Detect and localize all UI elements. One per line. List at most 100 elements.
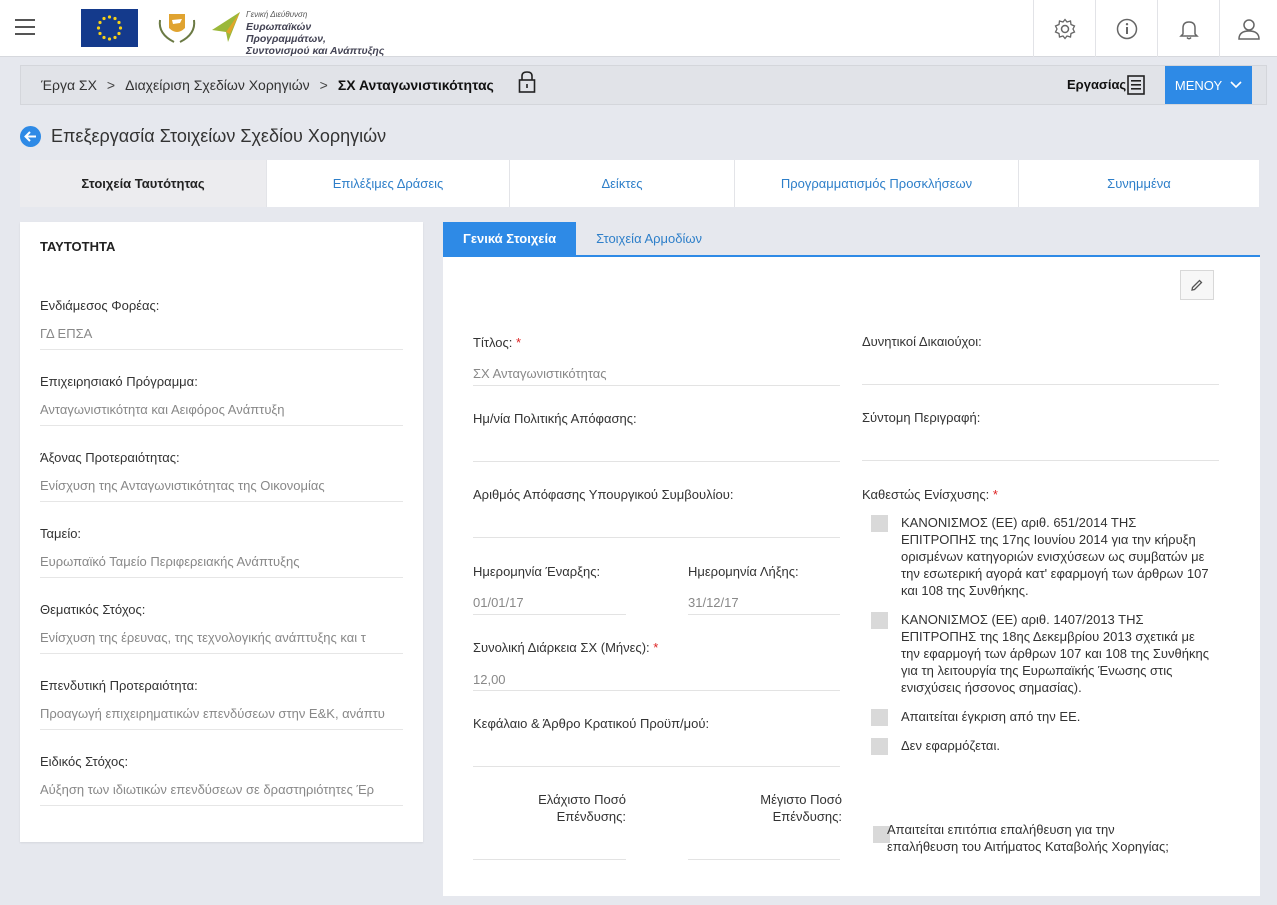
task-list-icon[interactable] bbox=[1127, 75, 1145, 98]
field-value: Προαγωγή επιχειρηματικών επενδύσεων στην… bbox=[40, 706, 403, 730]
logo-text-main: Ευρωπαϊκών Προγραμμάτων, Συντονισμού και… bbox=[246, 21, 385, 57]
field-priority-axis: Άξονας Προτεραιότητας: Ενίσχυση της Αντα… bbox=[40, 450, 403, 502]
duration-label: Συνολική Διάρκεια ΣΧ (Μήνες): bbox=[473, 640, 650, 655]
menu-button-label: ΜΕΝΟΥ bbox=[1174, 77, 1223, 93]
field-value: ΓΔ ΕΠΣΑ bbox=[40, 326, 403, 350]
eu-flag-logo bbox=[81, 9, 138, 47]
field-specific-objective: Ειδικός Στόχος: Αύξηση των ιδιωτικών επε… bbox=[40, 754, 403, 806]
tab-eligible-actions[interactable]: Επιλέξιμες Δράσεις bbox=[267, 160, 510, 207]
field-value: Αύξηση των ιδιωτικών επενδύσεων σε δραστ… bbox=[40, 782, 403, 806]
breadcrumb-bar: Έργα ΣΧ > Διαχείριση Σχεδίων Χορηγιών > ΣΧ Α… bbox=[20, 65, 1267, 105]
end-date-value: 31/12/17 bbox=[688, 595, 739, 610]
page-title-row: Επεξεργασία Στοιχείων Σχεδίου Χορηγιών bbox=[20, 126, 386, 147]
menu-button[interactable]: ΜΕΝΟΥ bbox=[1165, 66, 1252, 104]
breadcrumb-current: ΣΧ Ανταγωνιστικότητας bbox=[337, 77, 494, 93]
field-underline bbox=[473, 766, 840, 767]
beneficiaries-field[interactable]: Δυνητικοί Δικαιούχοι: bbox=[862, 334, 1219, 386]
subtab-responsible[interactable]: Στοιχεία Αρμοδίων bbox=[576, 222, 722, 255]
duration-value: 12,00 bbox=[473, 672, 506, 687]
field-label: Θεματικός Στόχος: bbox=[40, 602, 146, 617]
min-investment-label: Ελάχιστο Ποσό Επένδυσης: bbox=[538, 792, 626, 824]
field-underline bbox=[688, 859, 840, 860]
aid-option-label: Δεν εφαρμόζεται. bbox=[901, 738, 1000, 753]
hamburger-menu-icon[interactable] bbox=[15, 19, 35, 35]
end-date-field[interactable]: Ημερομηνία Λήξης: 31/12/17 bbox=[688, 564, 840, 616]
aid-option-checkbox[interactable] bbox=[871, 612, 888, 629]
top-bar: Γενική Διεύθυνση Ευρωπαϊκών Προγραμμάτων… bbox=[0, 0, 1277, 57]
subtab-underline bbox=[443, 255, 1260, 257]
field-underline bbox=[473, 385, 840, 386]
aid-option-label: Απαιτείται έγκριση από την ΕΕ. bbox=[901, 709, 1081, 724]
sub-tabs: Γενικά Στοιχεία Στοιχεία Αρμοδίων bbox=[443, 222, 722, 256]
breadcrumb-separator: > bbox=[106, 77, 116, 93]
tab-identity[interactable]: Στοιχεία Ταυτότητας bbox=[20, 160, 267, 207]
max-investment-label: Μέγιστο Ποσό Επένδυσης: bbox=[760, 792, 842, 824]
tab-indicators[interactable]: Δείκτες bbox=[510, 160, 735, 207]
aid-option-checkbox[interactable] bbox=[871, 738, 888, 755]
work-label[interactable]: Εργασίας bbox=[1067, 77, 1126, 92]
onsite-check-label: Απαιτείται επιτόπια επαλήθευση για την ε… bbox=[887, 822, 1169, 854]
breadcrumb: Έργα ΣΧ > Διαχείριση Σχεδίων Χορηγιών > ΣΧ Α… bbox=[41, 77, 494, 93]
tab-attachments[interactable]: Συνημμένα bbox=[1019, 160, 1259, 207]
budget-article-field[interactable]: Κεφάλαιο & Άρθρο Κρατικού Προϋπ/μού: bbox=[473, 716, 840, 768]
title-field[interactable]: Τίτλος: * ΣΧ Ανταγωνιστικότητας bbox=[473, 335, 840, 387]
identity-panel: ΤΑΥΤΟΤΗΤΑ Ενδιάμεσος Φορέας: ΓΔ ΕΠΣΑ Επι… bbox=[20, 222, 423, 842]
beneficiaries-label: Δυνητικοί Δικαιούχοι: bbox=[862, 334, 982, 349]
bell-notifications-icon[interactable] bbox=[1157, 0, 1219, 57]
settings-gear-icon[interactable] bbox=[1033, 0, 1095, 57]
field-label: Επενδυτική Προτεραιότητα: bbox=[40, 678, 198, 693]
field-underline bbox=[862, 384, 1219, 385]
cabinet-decision-field[interactable]: Αριθμός Απόφασης Υπουργικού Συμβουλίου: bbox=[473, 487, 840, 539]
field-intermediate-body: Ενδιάμεσος Φορέας: ΓΔ ΕΠΣΑ bbox=[40, 298, 403, 350]
field-investment-priority: Επενδυτική Προτεραιότητα: Προαγωγή επιχε… bbox=[40, 678, 403, 730]
aid-option-label: ΚΑΝΟΝΙΣΜΟΣ (ΕΕ) αριθ. 1407/2013 ΤΗΣ ΕΠΙΤ… bbox=[901, 612, 1209, 695]
directorate-logo: Γενική Διεύθυνση Ευρωπαϊκών Προγραμμάτων… bbox=[210, 8, 384, 57]
breadcrumb-item-grant-plans[interactable]: Διαχείριση Σχεδίων Χορηγιών bbox=[125, 77, 310, 93]
field-underline bbox=[473, 690, 840, 691]
field-label: Ταμείο: bbox=[40, 526, 82, 541]
title-value: ΣΧ Ανταγωνιστικότητας bbox=[473, 366, 607, 381]
subtab-general[interactable]: Γενικά Στοιχεία bbox=[443, 222, 577, 255]
field-value: Ενίσχυση της έρευνας, της τεχνολογικής α… bbox=[40, 630, 403, 654]
field-underline bbox=[688, 614, 840, 615]
logo-text-small: Γενική Διεύθυνση bbox=[246, 10, 308, 19]
start-date-value: 01/01/17 bbox=[473, 595, 524, 610]
pencil-icon bbox=[1191, 279, 1203, 291]
back-arrow-icon[interactable] bbox=[20, 126, 41, 147]
max-investment-field[interactable]: Μέγιστο Ποσό Επένδυσης: bbox=[688, 791, 842, 861]
field-underline bbox=[473, 614, 626, 615]
start-date-label: Ημερομηνία Έναρξης: bbox=[473, 564, 601, 579]
end-date-label: Ημερομηνία Λήξης: bbox=[688, 564, 799, 579]
aid-status-field: Καθεστώς Ενίσχυσης: * bbox=[862, 487, 1219, 507]
breadcrumb-item-projects[interactable]: Έργα ΣΧ bbox=[41, 77, 97, 93]
field-operational-programme: Επιχειρησιακό Πρόγραμμα: Ανταγωνιστικότη… bbox=[40, 374, 403, 426]
field-underline bbox=[862, 460, 1219, 461]
required-mark: * bbox=[992, 487, 998, 502]
required-mark: * bbox=[653, 640, 659, 655]
short-description-field[interactable]: Σύντομη Περιγραφή: bbox=[862, 410, 1219, 462]
min-investment-field[interactable]: Ελάχιστο Ποσό Επένδυσης: bbox=[473, 791, 626, 861]
cabinet-decision-label: Αριθμός Απόφασης Υπουργικού Συμβουλίου: bbox=[473, 487, 734, 502]
field-underline bbox=[473, 461, 840, 462]
decision-date-label: Ημ/νία Πολιτικής Απόφασης: bbox=[473, 411, 637, 426]
field-underline bbox=[473, 859, 626, 860]
start-date-field[interactable]: Ημερομηνία Έναρξης: 01/01/17 bbox=[473, 564, 626, 616]
duration-field[interactable]: Συνολική Διάρκεια ΣΧ (Μήνες): * 12,00 bbox=[473, 640, 840, 692]
field-value: Ανταγωνιστικότητα και Αειφόρος Ανάπτυξη bbox=[40, 402, 403, 426]
field-value: Ενίσχυση της Ανταγωνιστικότητας της Οικο… bbox=[40, 478, 403, 502]
aid-option-checkbox[interactable] bbox=[871, 709, 888, 726]
budget-article-label: Κεφάλαιο & Άρθρο Κρατικού Προϋπ/μού: bbox=[473, 716, 710, 731]
short-description-label: Σύντομη Περιγραφή: bbox=[862, 410, 981, 425]
page-title: Επεξεργασία Στοιχείων Σχεδίου Χορηγιών bbox=[51, 126, 387, 146]
cyprus-emblem-logo bbox=[156, 10, 198, 46]
tab-calls-planning[interactable]: Προγραμματισμός Προσκλήσεων bbox=[735, 160, 1019, 207]
user-profile-icon[interactable] bbox=[1219, 0, 1277, 57]
aid-option-checkbox[interactable] bbox=[871, 515, 888, 532]
title-label: Τίτλος: bbox=[473, 335, 513, 350]
aid-status-label: Καθεστώς Ενίσχυσης: bbox=[862, 487, 990, 502]
edit-button[interactable] bbox=[1180, 270, 1214, 300]
field-label: Ενδιάμεσος Φορέας: bbox=[40, 298, 160, 313]
info-icon[interactable] bbox=[1095, 0, 1157, 57]
decision-date-field[interactable]: Ημ/νία Πολιτικής Απόφασης: bbox=[473, 411, 840, 463]
field-underline bbox=[473, 537, 840, 538]
